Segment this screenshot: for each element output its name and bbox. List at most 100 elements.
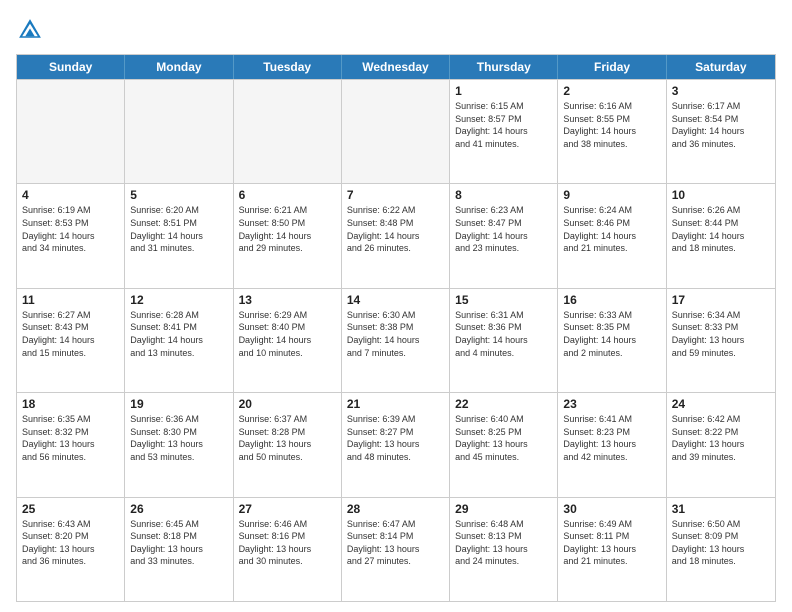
calendar-cell-10: 10Sunrise: 6:26 AMSunset: 8:44 PMDayligh… (667, 184, 775, 287)
day-number: 16 (563, 293, 660, 307)
cell-info: Sunrise: 6:40 AMSunset: 8:25 PMDaylight:… (455, 413, 552, 463)
day-number: 14 (347, 293, 444, 307)
cell-info: Sunrise: 6:24 AMSunset: 8:46 PMDaylight:… (563, 204, 660, 254)
header-cell-wednesday: Wednesday (342, 55, 450, 79)
calendar-body: 1Sunrise: 6:15 AMSunset: 8:57 PMDaylight… (17, 79, 775, 601)
header-cell-monday: Monday (125, 55, 233, 79)
day-number: 3 (672, 84, 770, 98)
cell-info: Sunrise: 6:36 AMSunset: 8:30 PMDaylight:… (130, 413, 227, 463)
day-number: 13 (239, 293, 336, 307)
header-cell-thursday: Thursday (450, 55, 558, 79)
calendar-cell-13: 13 Sunrise: 6:29 AMSunset: 8:40 PMDayligh… (234, 289, 342, 392)
calendar-cell-15: 15Sunrise: 6:31 AMSunset: 8:36 PMDayligh… (450, 289, 558, 392)
logo-icon (16, 16, 44, 44)
cell-info: Sunrise: 6:45 AMSunset: 8:18 PMDaylight:… (130, 518, 227, 568)
cell-info: Sunrise: 6:26 AMSunset: 8:44 PMDaylight:… (672, 204, 770, 254)
day-number: 26 (130, 502, 227, 516)
calendar-cell-2: 2 Sunrise: 6:16 AMSunset: 8:55 PMDaylight… (558, 80, 666, 183)
day-number: 27 (239, 502, 336, 516)
calendar-cell-23: 23 Sunrise: 6:41 AMSunset: 8:23 PMDayligh… (558, 393, 666, 496)
day-number: 30 (563, 502, 660, 516)
cell-info: Sunrise: 6:33 AMSunset: 8:35 PMDaylight:… (563, 309, 660, 359)
cell-info: Sunrise: 6:22 AMSunset: 8:48 PMDaylight:… (347, 204, 444, 254)
calendar-cell-empty (234, 80, 342, 183)
calendar-cell-empty (125, 80, 233, 183)
calendar-cell-24: 24 Sunrise: 6:42 AMSunset: 8:22 PMDayligh… (667, 393, 775, 496)
calendar-cell-empty (17, 80, 125, 183)
day-number: 8 (455, 188, 552, 202)
calendar-cell-5: 5Sunrise: 6:20 AMSunset: 8:51 PMDaylight… (125, 184, 233, 287)
calendar-cell-9: 9 Sunrise: 6:24 AMSunset: 8:46 PMDaylight… (558, 184, 666, 287)
cell-info: Sunrise: 6:19 AMSunset: 8:53 PMDaylight:… (22, 204, 119, 254)
logo (16, 16, 48, 44)
calendar-cell-12: 12Sunrise: 6:28 AMSunset: 8:41 PMDayligh… (125, 289, 233, 392)
calendar-cell-31: 31 Sunrise: 6:50 AMSunset: 8:09 PMDayligh… (667, 498, 775, 601)
page: SundayMondayTuesdayWednesdayThursdayFrid… (0, 0, 792, 612)
day-number: 23 (563, 397, 660, 411)
cell-info: Sunrise: 6:35 AMSunset: 8:32 PMDaylight:… (22, 413, 119, 463)
calendar-cell-25: 25 Sunrise: 6:43 AMSunset: 8:20 PMDayligh… (17, 498, 125, 601)
cell-info: Sunrise: 6:47 AMSunset: 8:14 PMDaylight:… (347, 518, 444, 568)
day-number: 20 (239, 397, 336, 411)
cell-info: Sunrise: 6:50 AMSunset: 8:09 PMDaylight:… (672, 518, 770, 568)
calendar-header: SundayMondayTuesdayWednesdayThursdayFrid… (17, 55, 775, 79)
calendar-cell-8: 8Sunrise: 6:23 AMSunset: 8:47 PMDaylight… (450, 184, 558, 287)
day-number: 18 (22, 397, 119, 411)
calendar-cell-30: 30 Sunrise: 6:49 AMSunset: 8:11 PMDayligh… (558, 498, 666, 601)
calendar-cell-6: 6 Sunrise: 6:21 AMSunset: 8:50 PMDaylight… (234, 184, 342, 287)
calendar-row-1: 4 Sunrise: 6:19 AMSunset: 8:53 PMDaylight… (17, 183, 775, 287)
calendar-cell-22: 22 Sunrise: 6:40 AMSunset: 8:25 PMDayligh… (450, 393, 558, 496)
calendar-row-3: 18 Sunrise: 6:35 AMSunset: 8:32 PMDayligh… (17, 392, 775, 496)
day-number: 11 (22, 293, 119, 307)
header-cell-saturday: Saturday (667, 55, 775, 79)
header-cell-tuesday: Tuesday (234, 55, 342, 79)
calendar-cell-27: 27Sunrise: 6:46 AMSunset: 8:16 PMDayligh… (234, 498, 342, 601)
header (16, 16, 776, 44)
day-number: 4 (22, 188, 119, 202)
calendar-cell-18: 18 Sunrise: 6:35 AMSunset: 8:32 PMDayligh… (17, 393, 125, 496)
calendar-cell-4: 4 Sunrise: 6:19 AMSunset: 8:53 PMDaylight… (17, 184, 125, 287)
day-number: 2 (563, 84, 660, 98)
day-number: 31 (672, 502, 770, 516)
calendar-cell-11: 11 Sunrise: 6:27 AMSunset: 8:43 PMDayligh… (17, 289, 125, 392)
calendar-cell-19: 19 Sunrise: 6:36 AMSunset: 8:30 PMDayligh… (125, 393, 233, 496)
calendar-cell-26: 26 Sunrise: 6:45 AMSunset: 8:18 PMDayligh… (125, 498, 233, 601)
cell-info: Sunrise: 6:48 AMSunset: 8:13 PMDaylight:… (455, 518, 552, 568)
cell-info: Sunrise: 6:39 AMSunset: 8:27 PMDaylight:… (347, 413, 444, 463)
day-number: 24 (672, 397, 770, 411)
calendar-cell-1: 1Sunrise: 6:15 AMSunset: 8:57 PMDaylight… (450, 80, 558, 183)
cell-info: Sunrise: 6:31 AMSunset: 8:36 PMDaylight:… (455, 309, 552, 359)
cell-info: Sunrise: 6:27 AMSunset: 8:43 PMDaylight:… (22, 309, 119, 359)
day-number: 9 (563, 188, 660, 202)
cell-info: Sunrise: 6:41 AMSunset: 8:23 PMDaylight:… (563, 413, 660, 463)
cell-info: Sunrise: 6:34 AMSunset: 8:33 PMDaylight:… (672, 309, 770, 359)
header-cell-friday: Friday (558, 55, 666, 79)
day-number: 7 (347, 188, 444, 202)
day-number: 25 (22, 502, 119, 516)
calendar: SundayMondayTuesdayWednesdayThursdayFrid… (16, 54, 776, 602)
day-number: 12 (130, 293, 227, 307)
day-number: 22 (455, 397, 552, 411)
cell-info: Sunrise: 6:30 AMSunset: 8:38 PMDaylight:… (347, 309, 444, 359)
day-number: 21 (347, 397, 444, 411)
calendar-cell-14: 14 Sunrise: 6:30 AMSunset: 8:38 PMDayligh… (342, 289, 450, 392)
calendar-cell-16: 16 Sunrise: 6:33 AMSunset: 8:35 PMDayligh… (558, 289, 666, 392)
cell-info: Sunrise: 6:16 AMSunset: 8:55 PMDaylight:… (563, 100, 660, 150)
calendar-cell-20: 20Sunrise: 6:37 AMSunset: 8:28 PMDayligh… (234, 393, 342, 496)
header-cell-sunday: Sunday (17, 55, 125, 79)
cell-info: Sunrise: 6:42 AMSunset: 8:22 PMDaylight:… (672, 413, 770, 463)
calendar-cell-empty (342, 80, 450, 183)
calendar-cell-28: 28 Sunrise: 6:47 AMSunset: 8:14 PMDayligh… (342, 498, 450, 601)
calendar-cell-21: 21 Sunrise: 6:39 AMSunset: 8:27 PMDayligh… (342, 393, 450, 496)
day-number: 19 (130, 397, 227, 411)
day-number: 28 (347, 502, 444, 516)
calendar-row-4: 25 Sunrise: 6:43 AMSunset: 8:20 PMDayligh… (17, 497, 775, 601)
cell-info: Sunrise: 6:21 AMSunset: 8:50 PMDaylight:… (239, 204, 336, 254)
cell-info: Sunrise: 6:43 AMSunset: 8:20 PMDaylight:… (22, 518, 119, 568)
cell-info: Sunrise: 6:29 AMSunset: 8:40 PMDaylight:… (239, 309, 336, 359)
calendar-cell-17: 17Sunrise: 6:34 AMSunset: 8:33 PMDayligh… (667, 289, 775, 392)
cell-info: Sunrise: 6:49 AMSunset: 8:11 PMDaylight:… (563, 518, 660, 568)
calendar-cell-29: 29Sunrise: 6:48 AMSunset: 8:13 PMDayligh… (450, 498, 558, 601)
cell-info: Sunrise: 6:20 AMSunset: 8:51 PMDaylight:… (130, 204, 227, 254)
day-number: 6 (239, 188, 336, 202)
